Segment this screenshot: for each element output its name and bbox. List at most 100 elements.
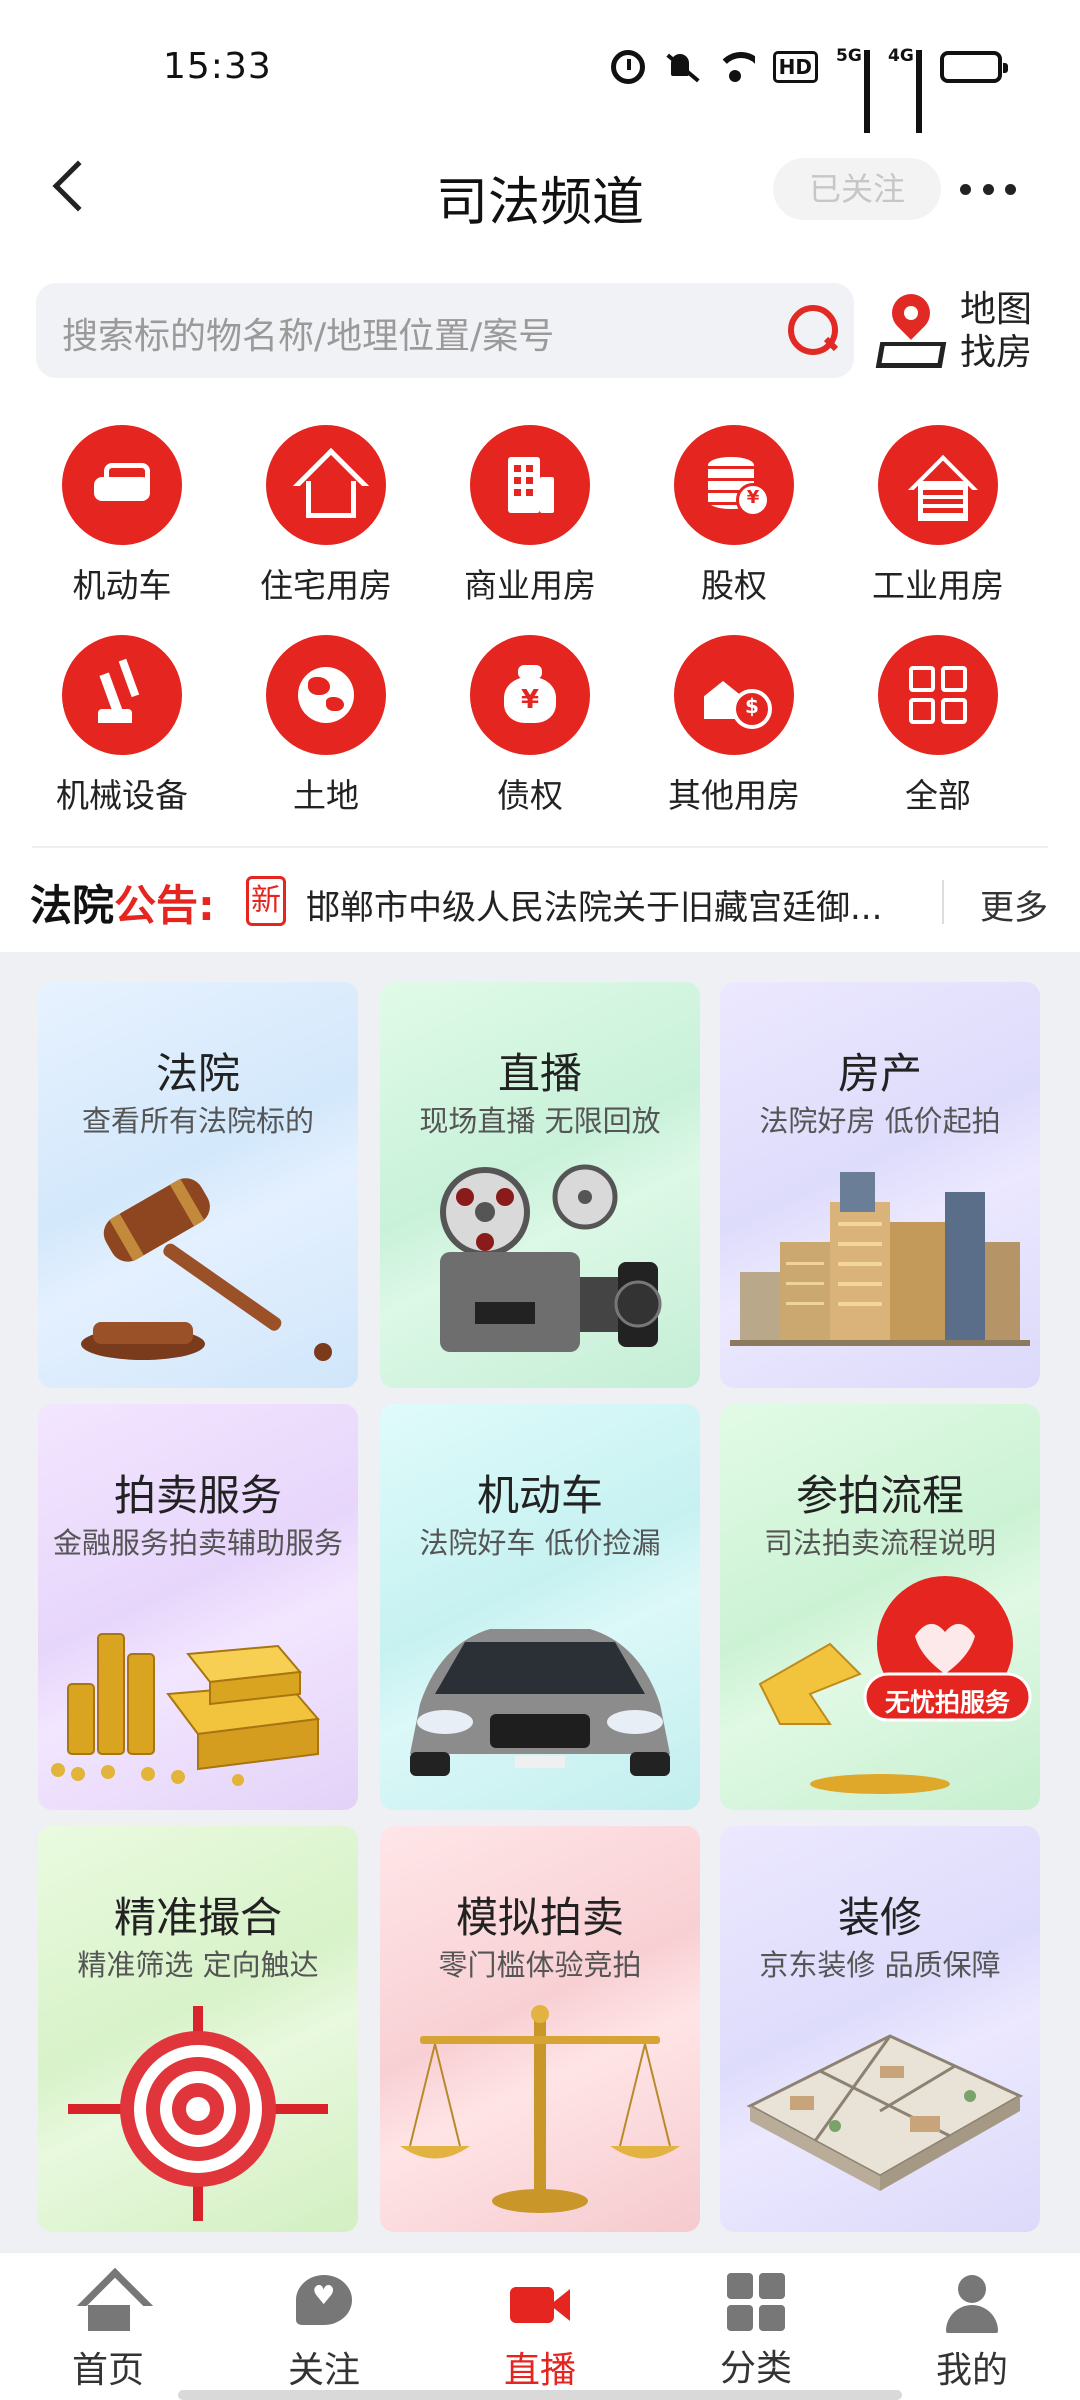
alarm-icon [610,50,645,84]
factory-icon [906,453,970,521]
feature-card-auction-service[interactable]: 拍卖服务 金融服务拍卖辅助服务 [38,1404,358,1810]
category-label: 股权 [701,566,767,605]
feature-card-court[interactable]: 法院 查看所有法院标的 [38,982,358,1388]
nav-profile[interactable]: 我的 [864,2253,1080,2400]
category-label: 土地 [293,776,359,815]
feature-subtitle: 查看所有法院标的 [81,1104,314,1138]
bottom-nav: 首页 关注 直播 分类 我的 [0,2252,1080,2400]
nav-follow[interactable]: 关注 [216,2253,432,2400]
gavel-image [81,1178,332,1361]
feature-subtitle: 金融服务拍卖辅助服务 [52,1526,343,1560]
category-label: 住宅用房 [260,566,392,605]
category-label: 机动车 [72,566,172,605]
category-label: 全部 [905,776,971,815]
more-icon[interactable] [960,184,1016,196]
nav-category[interactable]: 分类 [648,2253,864,2400]
robot-arm-icon [90,663,154,727]
notice-more-link[interactable]: 更多 [980,880,1048,929]
category-debt[interactable]: 债权 [428,635,632,817]
category-label: 其他用房 [668,776,800,815]
film-camera-image [440,1164,662,1352]
divider [32,846,1048,848]
scales-image [400,2005,680,2213]
feature-title: 模拟拍卖 [455,1893,624,1942]
nav-live[interactable]: 直播 [432,2253,648,2400]
category-label: 机械设备 [56,776,188,815]
category-commercial[interactable]: 商业用房 [428,425,632,607]
feature-title: 参拍流程 [795,1471,964,1520]
map-pin-icon [875,286,947,370]
globe-icon [294,663,358,727]
buildings-image [730,1172,1030,1346]
category-machinery[interactable]: 机械设备 [20,635,224,817]
car-image [410,1629,670,1776]
feature-card-vehicle[interactable]: 机动车 法院好车 低价捡漏 [380,1404,700,1810]
follow-icon [294,2273,354,2333]
category-all[interactable]: 全部 [836,635,1040,817]
house-icon [294,453,358,518]
category-land[interactable]: 土地 [224,635,428,817]
target-image [68,2006,328,2221]
map-search-button[interactable]: 地图找房 [870,286,1050,378]
divider [942,880,944,924]
nav-label: 关注 [287,2350,360,2391]
battery-icon [940,51,1008,83]
search-icon[interactable] [786,303,838,355]
signal-5g-icon: 5G [836,46,870,133]
feature-title: 拍卖服务 [113,1471,282,1520]
feature-subtitle: 京东装修 品质保障 [759,1948,1001,1982]
nav-home[interactable]: 首页 [0,2253,216,2400]
category-icon [727,2273,785,2331]
category-label: 债权 [497,776,563,815]
car-icon [90,453,154,517]
category-other-property[interactable]: 其他用房 [632,635,836,817]
court-notice-bar[interactable]: 法院公告: 新 邯郸市中级人民法院关于旧藏宫廷御... 更多 [0,862,1080,946]
gold-bars-image [51,1633,320,1786]
feature-subtitle: 司法拍卖流程说明 [763,1526,996,1560]
feature-card-renovation[interactable]: 装修 京东装修 品质保障 [720,1826,1040,2232]
category-residential[interactable]: 住宅用房 [224,425,428,607]
feature-grid: 法院 查看所有法院标的 直播 现场直播 无限回放 房产 法院好房 低价起拍 拍卖… [0,952,1080,2252]
map-search-label: 地图找房 [960,289,1033,373]
feature-title: 法院 [155,1049,240,1098]
category-equity[interactable]: 股权 [632,425,836,607]
status-bar: 15:33 HD 5G 4G [0,0,1080,133]
building-icon [498,453,562,517]
home-icon [78,2273,138,2333]
feature-title: 房产 [837,1049,922,1098]
category-car[interactable]: 机动车 [20,425,224,607]
nav-label: 首页 [71,2350,144,2391]
category-industrial[interactable]: 工业用房 [836,425,1040,607]
notice-label: 法院公告: [30,881,215,930]
feature-card-precise-match[interactable]: 精准撮合 精准筛选 定向触达 [38,1826,358,2232]
follow-button[interactable]: 已关注 [773,158,941,220]
feature-card-mock-auction[interactable]: 模拟拍卖 零门槛体验竞拍 [380,1826,700,2232]
money-bag-icon [498,663,562,727]
feature-card-auction-process[interactable]: 参拍流程 司法拍卖流程说明 无忧拍服务 [720,1404,1040,1810]
feature-title: 精准撮合 [113,1893,282,1942]
feature-card-real-estate[interactable]: 房产 法院好房 低价起拍 [720,982,1040,1388]
feature-card-live[interactable]: 直播 现场直播 无限回放 [380,982,700,1388]
profile-icon [942,2273,1002,2333]
header: 司法频道 已关注 [0,130,1080,250]
wifi-icon [714,52,755,82]
house-coin-icon [702,663,772,729]
coins-icon [702,453,770,517]
feature-subtitle: 精准筛选 定向触达 [77,1948,319,1982]
feature-subtitle: 现场直播 无限回放 [419,1104,661,1138]
floorplan-image [746,2034,1024,2191]
status-time: 15:33 [163,46,272,87]
nav-label: 分类 [719,2348,792,2389]
grid-icon [909,666,967,724]
hd-icon: HD [772,51,818,83]
worry-free-badge: 无忧拍服务 [884,1688,1010,1717]
notice-text[interactable]: 邯郸市中级人民法院关于旧藏宫廷御... [306,880,914,929]
search-input[interactable]: 搜索标的物名称/地理位置/案号 [36,283,854,378]
feature-title: 装修 [837,1893,922,1942]
nav-label: 直播 [503,2350,576,2391]
home-indicator[interactable] [178,2390,902,2400]
mute-icon [663,50,697,84]
category-grid: 机动车 住宅用房 商业用房 股权 工业用房 机械设备 土地 债权 其他用房 全部 [20,425,1060,817]
feature-subtitle: 法院好车 低价捡漏 [419,1526,661,1560]
status-icons: HD 5G 4G [610,46,1008,133]
